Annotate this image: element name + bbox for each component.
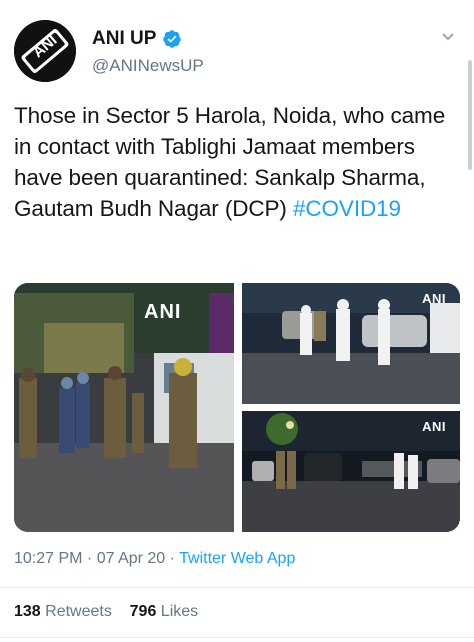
media-photo-3[interactable]: ANI xyxy=(242,411,460,532)
media-grid: ANI ANI ANI xyxy=(14,283,460,532)
retweets-label: Retweets xyxy=(45,603,112,620)
handle[interactable]: @ANINewsUP xyxy=(92,56,204,76)
avatar[interactable]: ANI xyxy=(14,20,76,82)
likes-count: 796 xyxy=(129,603,157,620)
verified-badge-icon xyxy=(163,30,182,48)
photo-street-police-icon xyxy=(14,283,234,532)
meta-separator: · xyxy=(82,550,97,567)
divider xyxy=(0,587,474,588)
retweets-stat[interactable]: 138 Retweets xyxy=(14,603,112,620)
photo-watermark: ANI xyxy=(422,419,446,434)
media-photo-2[interactable]: ANI xyxy=(242,283,460,404)
meta-separator: · xyxy=(165,550,180,567)
photo-watermark: ANI xyxy=(422,291,446,306)
hashtag-link[interactable]: #COVID19 xyxy=(293,196,401,221)
display-name[interactable]: ANI UP xyxy=(92,28,156,50)
likes-stat[interactable]: 796 Likes xyxy=(130,603,199,620)
retweets-count: 138 xyxy=(14,603,41,620)
tweet-header: ANI ANI UP @ANINewsUP xyxy=(14,14,460,84)
tweet-time[interactable]: 10:27 PM xyxy=(14,550,82,567)
scrollbar[interactable] xyxy=(468,60,472,170)
media-photo-1[interactable]: ANI xyxy=(14,283,234,532)
divider xyxy=(0,637,474,638)
likes-label: Likes xyxy=(160,603,199,620)
photo-watermark: ANI xyxy=(144,301,182,323)
tweet-text: Those in Sector 5 Harola, Noida, who cam… xyxy=(14,100,460,224)
tweet-source-link[interactable]: Twitter Web App xyxy=(179,550,295,567)
chevron-down-icon[interactable] xyxy=(440,28,456,44)
tweet-meta: 10:27 PM · 07 Apr 20 · Twitter Web App xyxy=(14,550,295,568)
tweet-stats: 138 Retweets 796 Likes xyxy=(14,603,198,621)
tweet-date[interactable]: 07 Apr 20 xyxy=(97,550,166,567)
